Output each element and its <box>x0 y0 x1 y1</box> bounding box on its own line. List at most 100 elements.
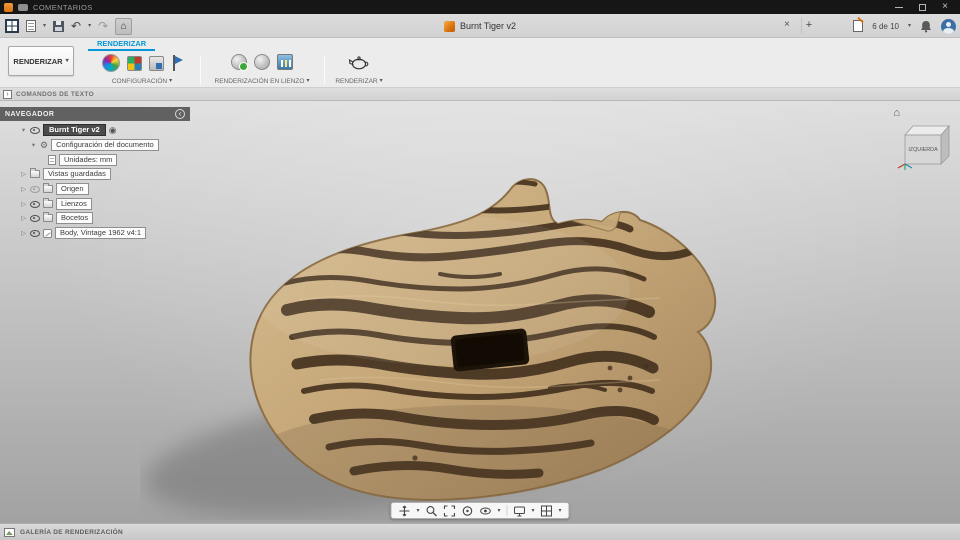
in-canvas-render-icon[interactable] <box>231 54 248 71</box>
disclosure-icon[interactable]: ▷ <box>20 200 27 208</box>
disclosure-icon[interactable]: ▾ <box>20 126 27 134</box>
workspace-switcher-button[interactable]: RENDERIZAR ▾ <box>8 46 74 76</box>
tree-row-root[interactable]: ▾ Burnt Tiger v2 ◉ <box>20 124 117 136</box>
look-at-icon[interactable] <box>479 505 491 517</box>
group-dropdown-in-canvas[interactable]: RENDERIZACIÓN EN LIENZO ▾ <box>203 78 321 85</box>
tree-item-label[interactable]: Vistas guardadas <box>43 168 111 180</box>
tree-item-label[interactable]: Lienzos <box>56 198 92 210</box>
chevron-down-icon[interactable]: ▾ <box>88 23 91 29</box>
tree-item-label[interactable]: Configuración del documento <box>51 139 159 151</box>
file-home-tab[interactable]: ⌂ <box>115 17 133 35</box>
quick-access-toolbar: ▾ ↶ ▾ ↷ ⌂ <box>5 14 133 38</box>
visibility-eye-icon[interactable] <box>30 126 40 135</box>
app-icon <box>4 2 13 12</box>
zoom-icon[interactable] <box>425 505 437 517</box>
disclosure-icon[interactable]: ▷ <box>20 229 27 237</box>
render-gallery-label: GALERÍA DE RENDERIZACIÓN <box>20 528 124 536</box>
tree-row[interactable]: ▷ Lienzos <box>20 198 92 210</box>
job-status-icon[interactable] <box>853 20 864 32</box>
tree-item-label[interactable]: Bocetos <box>56 212 94 224</box>
document-tab[interactable]: Burnt Tiger v2 <box>443 14 517 38</box>
disclosure-icon[interactable]: ▷ <box>20 214 27 222</box>
tab-renderizar[interactable]: RENDERIZAR <box>88 38 156 51</box>
disclosure-icon[interactable]: ▷ <box>20 170 27 178</box>
display-settings-icon[interactable] <box>514 505 526 517</box>
window-controls: × <box>895 2 956 12</box>
save-icon[interactable] <box>53 20 65 32</box>
group-dropdown-settings[interactable]: CONFIGURACIÓN ▾ <box>86 78 198 85</box>
render-gallery-bar[interactable]: GALERÍA DE RENDERIZACIÓN <box>0 523 960 540</box>
disclosure-icon[interactable]: ▷ <box>20 185 27 193</box>
texture-map-controls-icon[interactable] <box>148 55 164 71</box>
ribbon-separator <box>200 56 201 84</box>
new-tab-button[interactable]: + <box>801 18 816 34</box>
chevron-down-icon[interactable]: ▾ <box>43 23 46 29</box>
orbit-icon[interactable] <box>461 505 473 517</box>
toolbar-separator <box>506 505 508 516</box>
chevron-down-icon[interactable]: ▾ <box>559 508 562 514</box>
tree-row[interactable]: ▷ Bocetos <box>20 212 94 224</box>
capture-image-icon[interactable] <box>277 54 293 70</box>
chevron-down-icon: ▾ <box>306 78 310 84</box>
chevron-down-icon: ▾ <box>169 78 173 84</box>
decal-icon[interactable] <box>171 55 183 71</box>
chevron-down-icon[interactable]: ▾ <box>416 508 419 514</box>
tree-row[interactable]: ▷ Origen <box>20 183 89 195</box>
job-status-count[interactable]: 6 de 10 <box>872 22 899 31</box>
chevron-down-icon: ▾ <box>379 78 383 84</box>
close-window-button[interactable]: × <box>942 2 948 12</box>
viewport-canvas[interactable]: NAVEGADOR ‹ ▾ Burnt Tiger v2 ◉ ▾ ⚙ Confi… <box>0 101 960 523</box>
render-teapot-icon[interactable] <box>347 54 371 71</box>
viewcube-front-face[interactable]: IZQUIERDA <box>908 147 938 153</box>
ribbon-group-settings: CONFIGURACIÓN ▾ <box>86 51 198 88</box>
maximize-button[interactable] <box>919 3 927 11</box>
scene-settings-icon[interactable] <box>101 54 120 72</box>
document-title: Burnt Tiger v2 <box>459 21 517 31</box>
chevron-down-icon[interactable]: ▾ <box>497 508 500 514</box>
redo-button[interactable]: ↷ <box>98 20 108 32</box>
fusion-window: COMENTARIOS × ▾ ↶ ▾ ↷ ⌂ Burnt Tiger v2 ×… <box>0 0 960 540</box>
tree-item-label[interactable]: Body, Vintage 1962 v4:1 <box>55 227 147 239</box>
minimize-button[interactable] <box>895 6 904 8</box>
viewports-icon[interactable] <box>541 505 553 517</box>
tree-row[interactable]: ▷ Body, Vintage 1962 v4:1 <box>20 227 147 239</box>
file-menu-icon[interactable] <box>26 20 36 32</box>
body-icon <box>43 228 52 238</box>
notifications-bell-icon[interactable] <box>920 20 932 33</box>
ribbon-group-icons <box>327 54 391 71</box>
in-canvas-render-settings-icon[interactable] <box>254 54 270 70</box>
tree-root-label[interactable]: Burnt Tiger v2 <box>43 124 106 136</box>
user-avatar[interactable] <box>941 18 956 34</box>
tree-row[interactable]: ▷ Vistas guardadas <box>20 168 111 180</box>
workspace-label: RENDERIZAR <box>13 56 63 66</box>
chevron-down-icon[interactable]: ▾ <box>532 508 535 514</box>
visibility-eye-icon[interactable] <box>30 214 40 223</box>
undo-button[interactable]: ↶ <box>71 20 81 32</box>
comments-panel-bar: COMENTARIOS × <box>0 0 960 14</box>
navigator-title: NAVEGADOR <box>5 110 55 118</box>
comments-icon[interactable] <box>18 3 28 11</box>
tree-item-label[interactable]: Unidades: mm <box>59 154 118 166</box>
tree-item-label[interactable]: Origen <box>56 183 89 195</box>
close-tab-button[interactable]: × <box>784 20 790 30</box>
disclosure-icon[interactable]: ▾ <box>30 141 37 149</box>
fit-view-icon[interactable] <box>443 504 456 517</box>
pan-icon[interactable] <box>398 505 410 517</box>
chevron-down-icon[interactable]: ▾ <box>908 23 911 29</box>
text-commands-bar[interactable]: › COMANDOS DE TEXTO <box>0 88 960 101</box>
activate-radio-icon[interactable]: ◉ <box>109 125 117 135</box>
viewcube[interactable]: IZQUIERDA <box>896 118 952 170</box>
visibility-eye-icon[interactable] <box>30 229 40 238</box>
tree-row[interactable]: Unidades: mm <box>48 154 118 166</box>
tree-row[interactable]: ▾ ⚙ Configuración del documento <box>30 139 159 151</box>
group-dropdown-render[interactable]: RENDERIZAR ▾ <box>327 78 391 85</box>
appearance-icon[interactable] <box>126 55 142 71</box>
tab-label: RENDERIZAR <box>97 39 147 48</box>
chevron-down-icon: ▾ <box>65 58 69 64</box>
navigator-collapse-button[interactable]: ‹ <box>175 109 185 119</box>
gear-icon: ⚙ <box>40 139 49 150</box>
visibility-eye-icon[interactable] <box>30 185 40 194</box>
visibility-eye-icon[interactable] <box>30 200 40 209</box>
navigator-panel-header: NAVEGADOR ‹ <box>0 107 190 121</box>
data-panel-icon[interactable] <box>5 19 19 33</box>
